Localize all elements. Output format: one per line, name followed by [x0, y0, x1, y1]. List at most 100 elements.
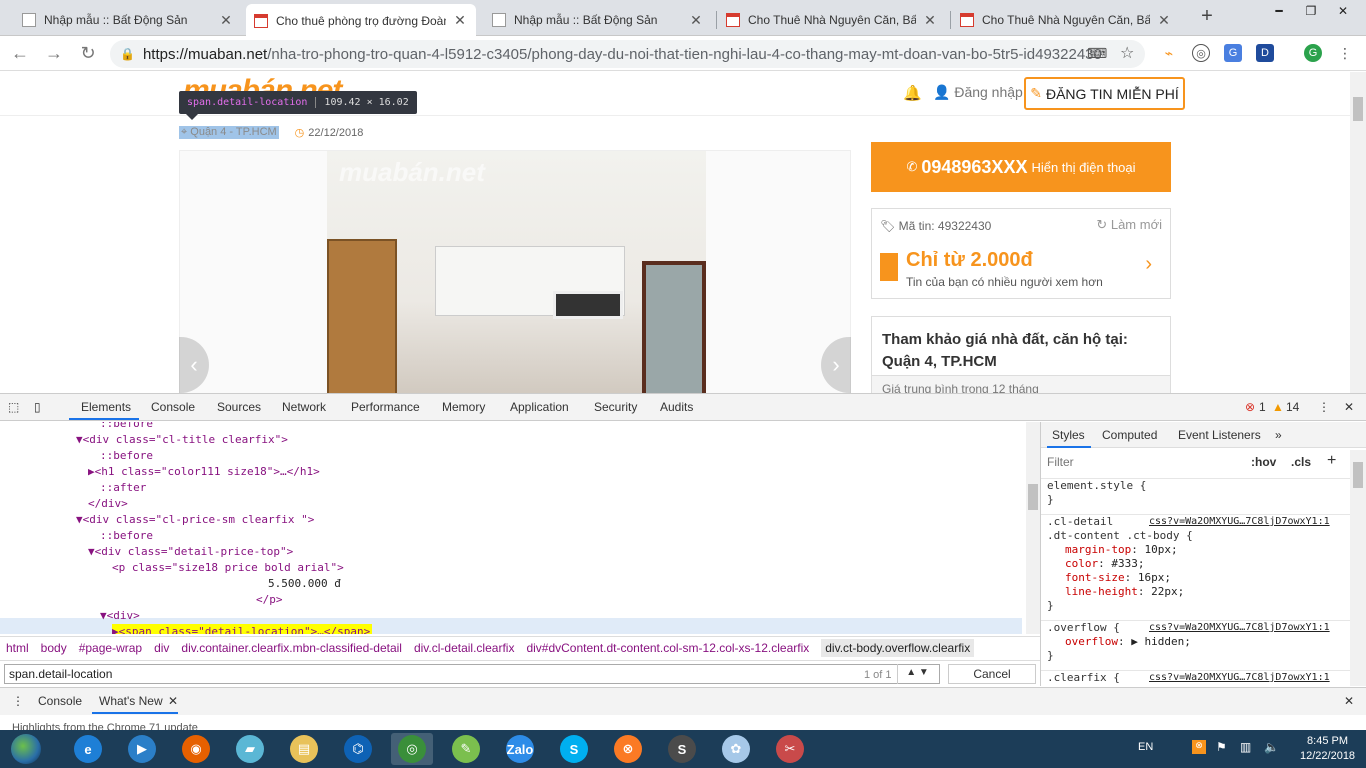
browser-tab-4[interactable]: Cho Thuê Nhà Nguyên Căn, Bất Độ ✕ [718, 4, 946, 36]
cls-toggle[interactable]: .cls [1291, 455, 1311, 469]
browser-tab-3[interactable]: Nhập mẫu :: Bất Động Sản ✕ [484, 4, 712, 36]
close-icon[interactable]: ✕ [452, 12, 468, 29]
xampp-taskbar-button[interactable]: ⊗ [607, 733, 649, 765]
warning-icon[interactable]: ▲ [1272, 400, 1284, 414]
scrollbar-thumb[interactable] [1028, 484, 1038, 510]
volume-icon[interactable]: 🔈 [1264, 740, 1279, 754]
dom-search-input[interactable] [4, 664, 940, 684]
css-rule[interactable]: .clearfix {css?v=Wa2OMXYUG…7C8ljD7owxY1:… [1041, 670, 1351, 685]
language-indicator[interactable]: EN [1138, 741, 1153, 753]
tab-elements[interactable]: Elements [81, 400, 131, 414]
notepadpp-taskbar-button[interactable]: ✎ [445, 733, 487, 765]
tab-application[interactable]: Application [510, 400, 569, 414]
tab-security[interactable]: Security [594, 400, 637, 414]
css-declaration[interactable]: overflow: ▶ hidden; [1047, 635, 1351, 649]
close-icon[interactable]: ✕ [218, 12, 234, 29]
paint-taskbar-button[interactable]: ✿ [715, 733, 757, 765]
breadcrumb-item[interactable]: html [6, 641, 29, 655]
hov-toggle[interactable]: :hov [1251, 455, 1276, 469]
close-icon[interactable]: ✕ [1156, 12, 1172, 29]
dom-tree[interactable]: ::before ▼<div class="cl-title clearfix">… [0, 422, 1026, 634]
promo-title[interactable]: Chỉ từ 2.000đ [906, 249, 1033, 272]
bookmark-star-icon[interactable]: ☆ [1120, 43, 1134, 63]
dom-node-line[interactable]: ▶<h1 class="color111 size18">…</h1> [88, 464, 320, 480]
close-icon[interactable]: ✕ [688, 12, 704, 29]
css-rule[interactable]: element.style {} [1041, 478, 1351, 507]
forward-button[interactable]: → [42, 42, 66, 66]
scrollbar-thumb[interactable] [1353, 97, 1363, 121]
page-scrollbar[interactable] [1350, 72, 1366, 393]
bell-icon[interactable]: 🔔 [903, 84, 922, 102]
extension-d-icon[interactable]: D [1256, 44, 1274, 62]
chrome-taskbar-button[interactable]: ◎ [391, 733, 433, 765]
css-declaration[interactable]: line-height: 22px; [1047, 585, 1351, 599]
devtools-menu-icon[interactable]: ⋮ [1318, 400, 1330, 414]
tab-styles[interactable]: Styles [1052, 428, 1085, 442]
drawer-menu-icon[interactable]: ⋮ [12, 694, 24, 708]
chevron-right-icon[interactable]: › [1145, 253, 1152, 276]
tab-performance[interactable]: Performance [351, 400, 420, 414]
firefox-taskbar-button[interactable]: ◉ [175, 733, 217, 765]
css-source-link[interactable]: css?v=Wa2OMXYUG…7C8ljD7owxY1:1 [1149, 621, 1330, 635]
notes-taskbar-button[interactable]: ▰ [229, 733, 271, 765]
scrollbar-thumb[interactable] [1353, 462, 1363, 488]
skype-taskbar-button[interactable]: S [553, 733, 595, 765]
google-translate-icon[interactable]: G [1224, 44, 1242, 62]
drawer-close-icon[interactable]: ✕ [1344, 694, 1354, 708]
breadcrumb-item[interactable]: div.container.clearfix.mbn-classified-de… [181, 641, 402, 655]
flag-icon[interactable]: ⚑ [1216, 740, 1227, 754]
add-rule-icon[interactable]: + [1327, 452, 1336, 470]
extension-icon[interactable]: ⌁ [1160, 44, 1178, 62]
browser-tab-2[interactable]: Cho thuê phòng trọ đường Đoàn V ✕ [246, 4, 476, 37]
zalo-taskbar-button[interactable]: Zalo [499, 733, 541, 765]
post-ad-button[interactable]: ✎ ĐĂNG TIN MIỄN PHÍ [1024, 77, 1185, 110]
dom-node-line[interactable]: <p class="size18 price bold arial"> [112, 560, 344, 576]
close-icon[interactable]: ✕ [922, 12, 938, 29]
dom-node-line[interactable]: ▼<div class="cl-title clearfix"> [76, 432, 288, 448]
breadcrumb-item[interactable]: body [41, 641, 67, 655]
breadcrumb-item[interactable]: #page-wrap [79, 641, 142, 655]
inspect-element-icon[interactable]: ⬚ [8, 400, 19, 414]
css-source-link[interactable]: css?v=Wa2OMXYUG…7C8ljD7owxY1:1 [1149, 671, 1330, 685]
minimize-button[interactable]: ━ [1268, 4, 1290, 20]
back-button[interactable]: ← [8, 42, 32, 66]
tab-audits[interactable]: Audits [660, 400, 693, 414]
address-bar[interactable]: 🔒 https://muaban.net/nha-tro-phong-tro-q… [110, 40, 1145, 68]
search-cancel-button[interactable]: Cancel [948, 664, 1036, 684]
vscode-taskbar-button[interactable]: ⌬ [337, 733, 379, 765]
system-clock[interactable]: 8:45 PM 12/22/2018 [1300, 734, 1355, 764]
listing-photo[interactable]: muabán.net [327, 151, 706, 393]
error-count[interactable]: 1 [1259, 400, 1266, 414]
browser-tab-1[interactable]: Nhập mẫu :: Bất Động Sản ✕ [14, 4, 242, 36]
drawer-tab-console[interactable]: Console [38, 694, 82, 708]
devtools-close-icon[interactable]: ✕ [1344, 400, 1354, 414]
warning-count[interactable]: 14 [1286, 400, 1299, 414]
restore-button[interactable]: ❐ [1300, 4, 1322, 20]
css-rule[interactable]: .cl-detail css?v=Wa2OMXYUG…7C8ljD7owxY1:1… [1041, 514, 1351, 613]
device-toolbar-icon[interactable]: ▯ [34, 400, 41, 414]
dom-node-line[interactable]: ::before [100, 448, 153, 464]
css-declaration[interactable]: color: #333; [1047, 557, 1351, 571]
reload-button[interactable]: ↻ [76, 42, 100, 66]
profile-avatar[interactable]: G [1304, 44, 1322, 62]
styles-scrollbar[interactable] [1350, 450, 1366, 686]
css-source-link[interactable]: css?v=Wa2OMXYUG…7C8ljD7owxY1:1 [1149, 515, 1330, 529]
dom-node-line[interactable]: ::before [100, 528, 153, 544]
close-icon[interactable]: ✕ [168, 694, 178, 708]
ie-taskbar-button[interactable]: e [67, 733, 109, 765]
refresh-button[interactable]: ↻ Làm mới [1096, 217, 1162, 233]
login-link[interactable]: 👤 Đăng nhập [933, 84, 1023, 101]
tab-event-listeners[interactable]: Event Listeners [1178, 428, 1261, 442]
sublime-taskbar-button[interactable]: S [661, 733, 703, 765]
xampp-tray-icon[interactable]: ⊗ [1192, 740, 1206, 754]
error-icon[interactable]: ⊗ [1245, 400, 1255, 414]
dom-node-line[interactable]: ▼<div class="detail-price-top"> [88, 544, 293, 560]
network-icon[interactable]: ▥ [1240, 740, 1251, 754]
dom-node-line[interactable]: </p> [256, 592, 283, 608]
menu-icon[interactable]: ⋮ [1336, 44, 1354, 62]
dom-node-line[interactable]: ::after [100, 480, 146, 496]
tab-computed[interactable]: Computed [1102, 428, 1157, 442]
breadcrumb-item[interactable]: div [154, 641, 169, 655]
css-declaration[interactable]: font-size: 16px; [1047, 571, 1351, 585]
dom-node-line[interactable]: ▼<div> [100, 608, 140, 624]
